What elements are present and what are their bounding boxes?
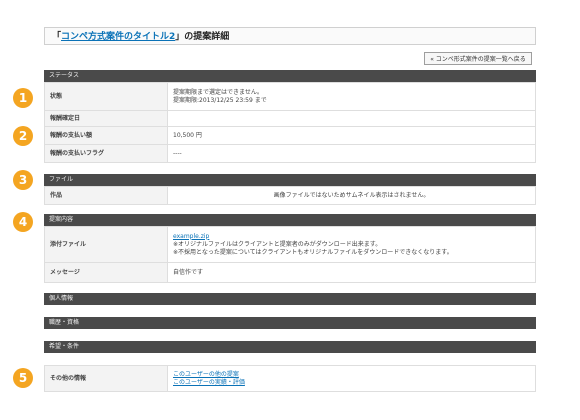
- payment-amount-value: 10,500 円: [167, 126, 536, 145]
- section-header-personal: 個人情報: [44, 293, 536, 305]
- project-title-link[interactable]: コンペ方式案件のタイトル2: [61, 32, 175, 42]
- proposal-table: 添付ファイル example.zip ※オリジナルファイルはクライアントと提案者…: [44, 226, 536, 283]
- page-title: 「コンペ方式案件のタイトル2」の提案詳細: [44, 27, 536, 45]
- user-reviews-link[interactable]: このユーザーの実績・評価: [173, 379, 530, 387]
- other-info-label: その他の情報: [44, 365, 168, 392]
- table-row: 報酬確定日: [44, 110, 536, 127]
- message-value: 自信作です: [167, 262, 536, 283]
- attachment-note1: ※オリジナルファイルはクライアントと提案者のみがダウンロード出来ます。: [173, 240, 382, 248]
- confirm-date-label: 報酬確定日: [44, 110, 168, 127]
- work-value: 画像ファイルではないためサムネイル表示はされません。: [167, 186, 536, 205]
- table-row: 報酬の支払いフラグ ----: [44, 144, 536, 163]
- table-row: 作品 画像ファイルではないためサムネイル表示はされません。: [44, 186, 536, 205]
- step-badge-5: 5: [13, 368, 33, 388]
- table-row: 報酬の支払い額 10,500 円: [44, 126, 536, 145]
- state-label: 状態: [44, 82, 168, 111]
- section-header-proposal: 提案内容: [44, 214, 536, 226]
- title-quote-open: 「: [52, 32, 62, 42]
- wishes-table: その他の情報 このユーザーの他の提案 このユーザーの実績・評価: [44, 365, 536, 392]
- status-table: 状態 提案期限まで選定はできません。 提案期限:2013/12/25 23:59…: [44, 82, 536, 163]
- work-label: 作品: [44, 186, 168, 205]
- payment-flag-value: ----: [167, 144, 536, 163]
- table-row: 添付ファイル example.zip ※オリジナルファイルはクライアントと提案者…: [44, 226, 536, 263]
- confirm-date-value: [167, 110, 536, 127]
- step-badge-2: 2: [13, 126, 33, 146]
- payment-amount-label: 報酬の支払い額: [44, 126, 168, 145]
- section-header-file: ファイル: [44, 174, 536, 186]
- table-row: その他の情報 このユーザーの他の提案 このユーザーの実績・評価: [44, 365, 536, 392]
- step-badge-4: 4: [13, 212, 33, 232]
- title-suffix: 」の提案詳細: [175, 32, 230, 42]
- section-header-career: 職歴・資格: [44, 317, 536, 329]
- step-badge-3: 3: [13, 170, 33, 190]
- other-info-value: このユーザーの他の提案 このユーザーの実績・評価: [167, 365, 536, 392]
- section-header-status: ステータス: [44, 70, 536, 82]
- table-row: メッセージ 自信作です: [44, 262, 536, 283]
- other-proposals-link[interactable]: このユーザーの他の提案: [173, 371, 530, 379]
- attachment-value: example.zip ※オリジナルファイルはクライアントと提案者のみがダウンロ…: [167, 226, 536, 263]
- back-to-list-button[interactable]: « コンペ形式案件の提案一覧へ戻る: [424, 52, 532, 65]
- attachment-note2: ※不採用となった提案についてはクライアントもオリジナルファイルをダウンロードでき…: [173, 248, 453, 256]
- table-row: 状態 提案期限まで選定はできません。 提案期限:2013/12/25 23:59…: [44, 82, 536, 111]
- state-line1: 提案期限まで選定はできません。: [173, 88, 263, 96]
- section-header-wishes: 希望・条件: [44, 341, 536, 353]
- attachment-link[interactable]: example.zip: [173, 233, 530, 241]
- payment-flag-label: 報酬の支払いフラグ: [44, 144, 168, 163]
- message-label: メッセージ: [44, 262, 168, 283]
- attachment-label: 添付ファイル: [44, 226, 168, 263]
- step-badge-1: 1: [13, 88, 33, 108]
- file-table: 作品 画像ファイルではないためサムネイル表示はされません。: [44, 186, 536, 205]
- state-line2: 提案期限:2013/12/25 23:59 まで: [173, 96, 267, 104]
- state-value: 提案期限まで選定はできません。 提案期限:2013/12/25 23:59 まで: [167, 82, 536, 111]
